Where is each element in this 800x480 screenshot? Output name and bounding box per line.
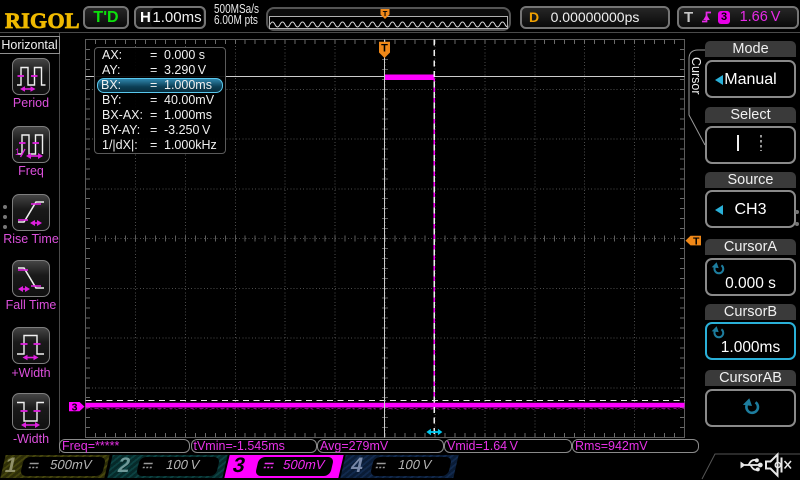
svg-text:1: 1 <box>15 147 20 157</box>
svg-text:T: T <box>381 43 388 55</box>
svg-text:T: T <box>383 9 388 18</box>
svg-text:3: 3 <box>72 402 78 414</box>
svg-text:T: T <box>693 235 700 247</box>
